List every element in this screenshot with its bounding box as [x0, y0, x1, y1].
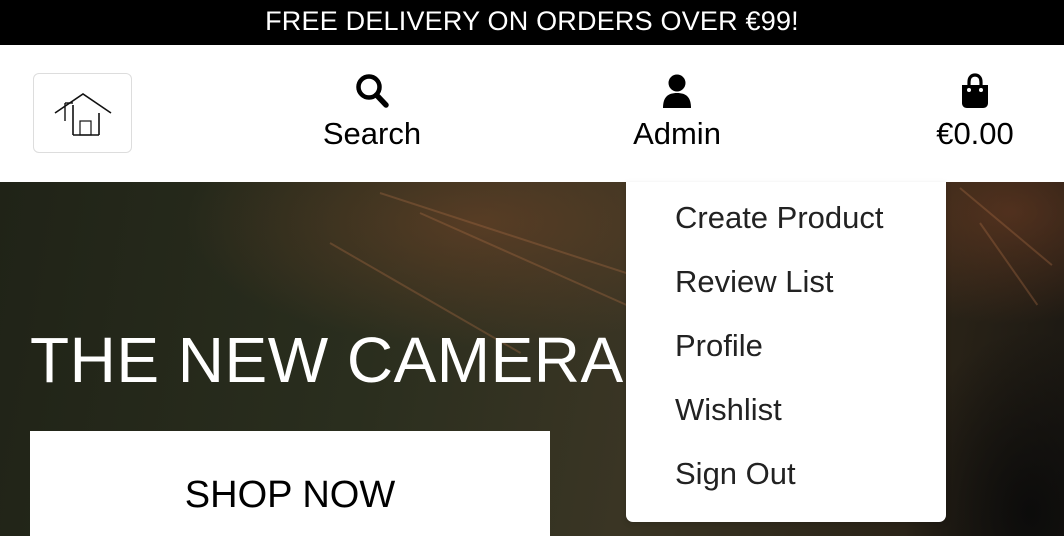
menu-item-sign-out[interactable]: Sign Out [675, 454, 796, 494]
shop-now-button[interactable]: SHOP NOW [30, 431, 550, 536]
cart-total: €0.00 [936, 116, 1014, 151]
shopping-bag-icon [962, 73, 988, 108]
cart-nav-button[interactable]: €0.00 [928, 73, 1022, 153]
delivery-banner-text: FREE DELIVERY ON ORDERS OVER €99! [265, 6, 799, 36]
hero-hair-strand [379, 192, 666, 287]
home-logo-link[interactable] [33, 73, 132, 153]
hero-title: THE NEW CAMERAS [30, 324, 667, 396]
menu-item-create-product[interactable]: Create Product [675, 198, 884, 238]
menu-item-profile[interactable]: Profile [675, 326, 763, 366]
page: FREE DELIVERY ON ORDERS OVER €99! Search [0, 0, 1064, 536]
search-nav-button[interactable]: Search [318, 73, 426, 153]
user-icon [663, 74, 691, 108]
house-logo-icon [54, 93, 112, 136]
site-header: Search Admin €0.00 [0, 45, 1064, 182]
account-nav-label: Admin [633, 116, 721, 151]
menu-item-review-list[interactable]: Review List [675, 262, 834, 302]
account-nav-button[interactable]: Admin [624, 73, 730, 153]
search-nav-label: Search [322, 116, 422, 151]
delivery-banner: FREE DELIVERY ON ORDERS OVER €99! [0, 0, 1064, 45]
hero-hair-strand [959, 187, 1053, 266]
account-dropdown-menu: Create Product Review List Profile Wishl… [626, 182, 946, 522]
menu-item-wishlist[interactable]: Wishlist [675, 390, 782, 430]
hero-hair-strand [979, 222, 1039, 306]
search-icon [356, 74, 389, 108]
hero-hair-strand [419, 212, 658, 320]
